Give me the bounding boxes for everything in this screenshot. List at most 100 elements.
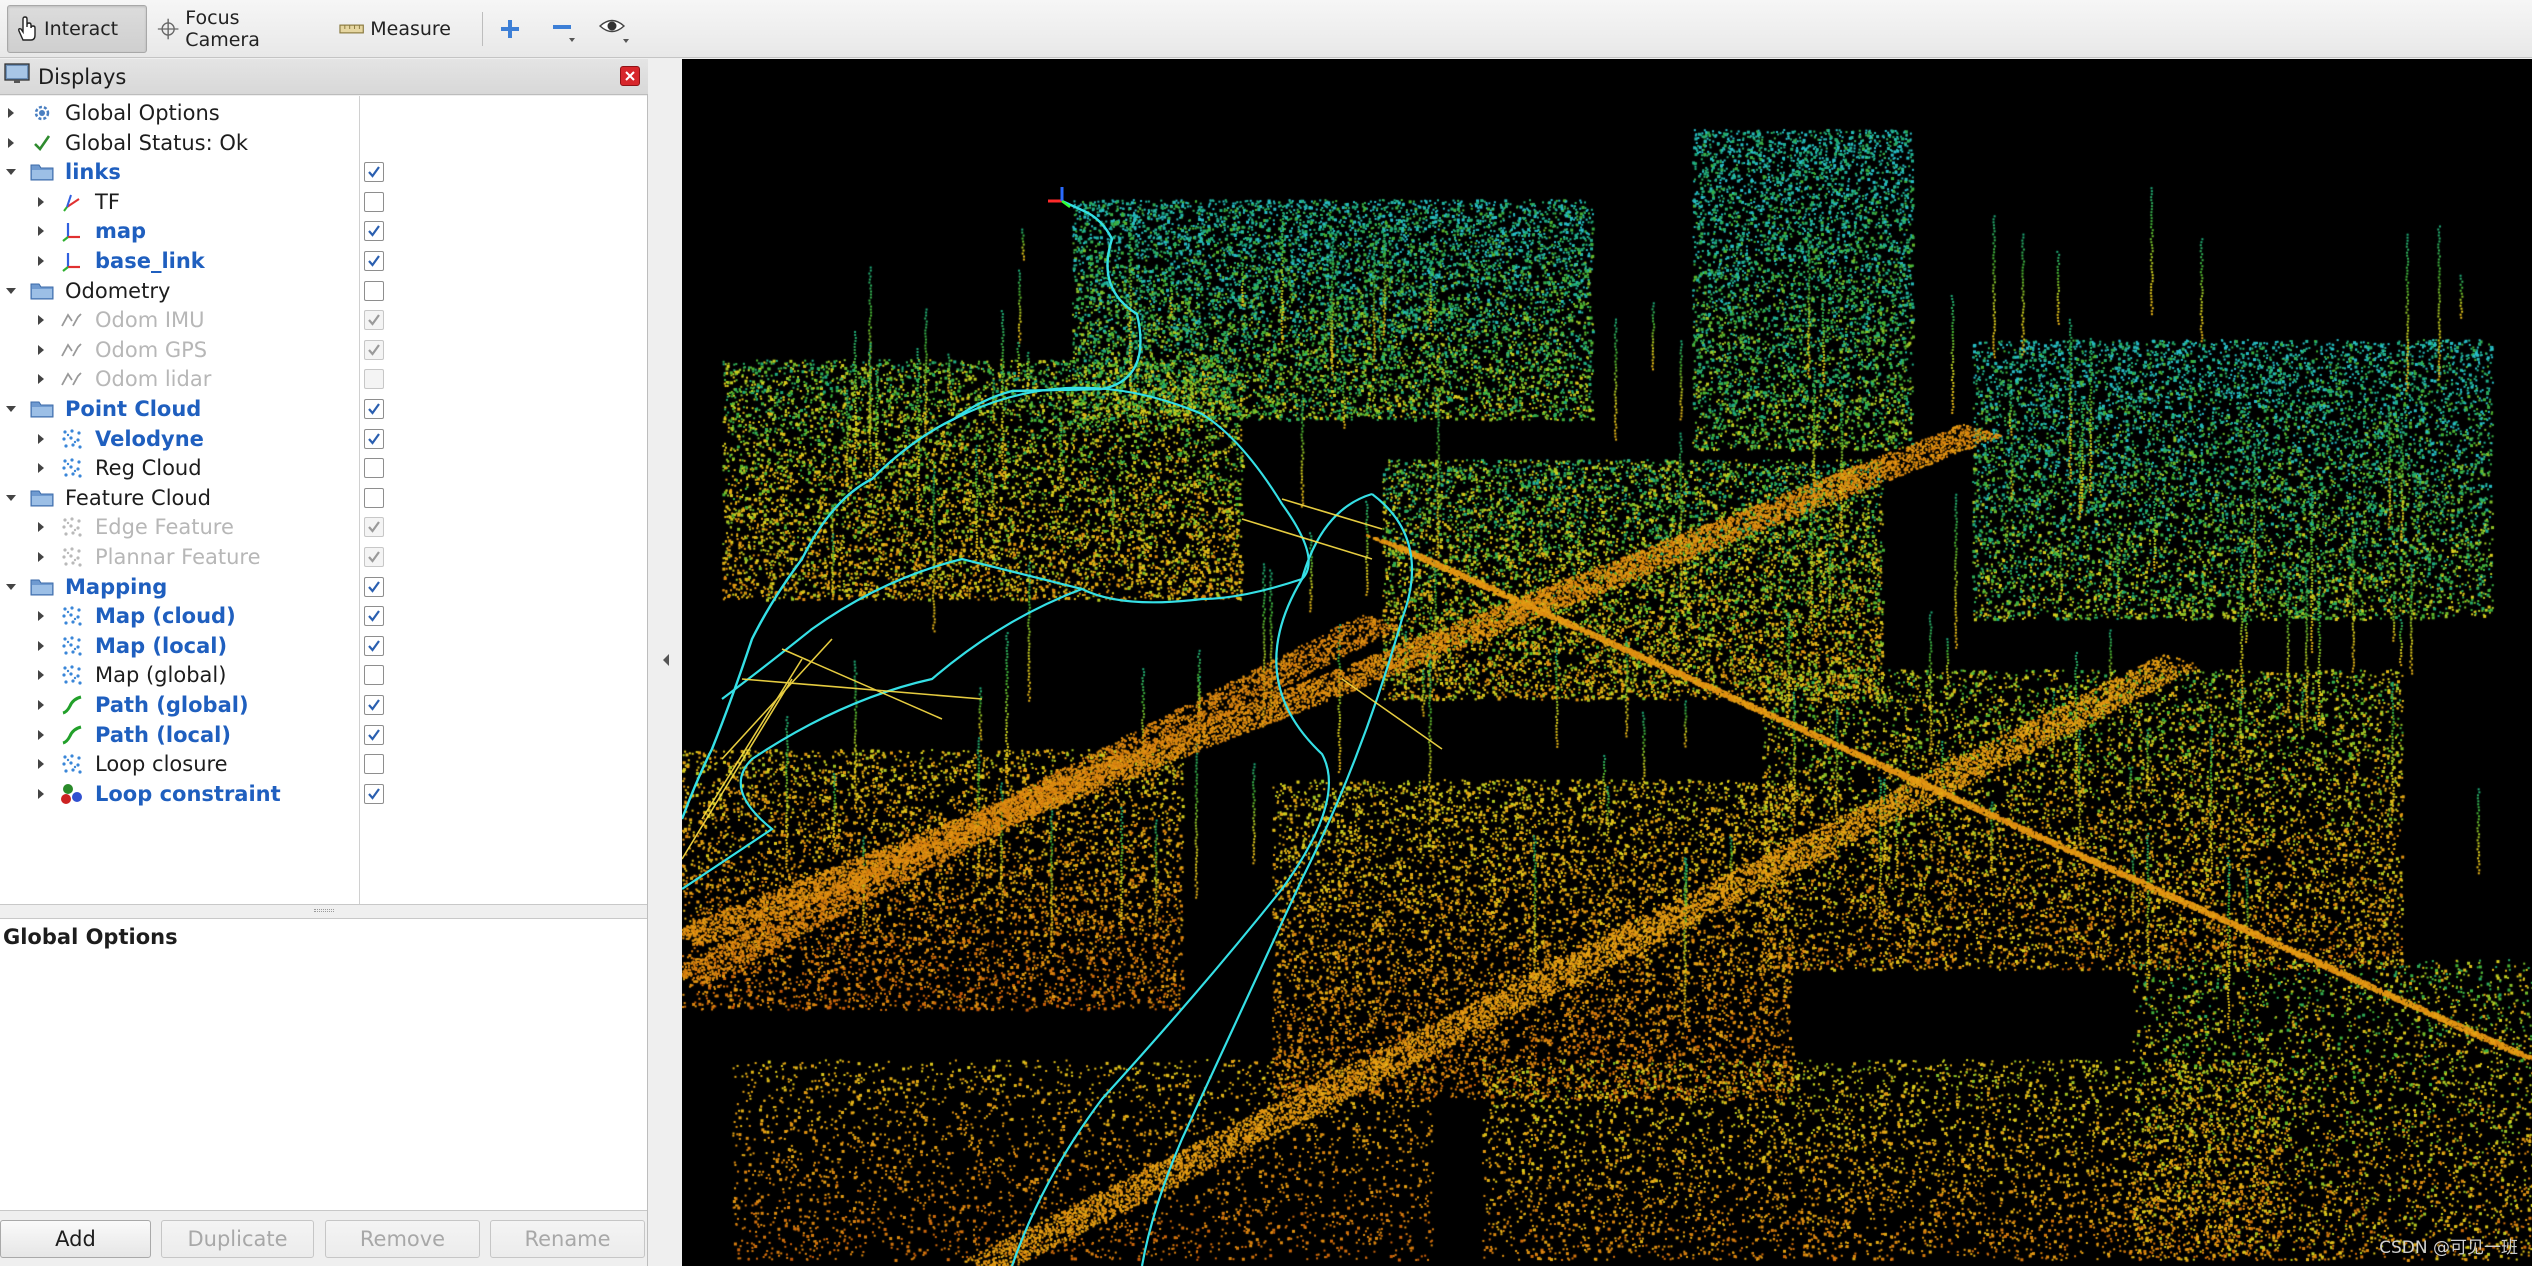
collapsed-arrow-icon[interactable]: [33, 342, 49, 358]
collapsed-arrow-icon[interactable]: [33, 460, 49, 476]
trajectory-overlay: [682, 187, 1443, 1266]
collapsed-arrow-icon[interactable]: [33, 608, 49, 624]
display-item-map-global[interactable]: Map (global): [0, 660, 647, 690]
local-path-south: [1140, 493, 1414, 1266]
display-item-velodyne[interactable]: Velodyne: [0, 424, 647, 454]
display-item-feature-cloud[interactable]: Feature Cloud: [0, 483, 647, 513]
visibility-checkbox[interactable]: [364, 428, 384, 449]
visibility-checkbox[interactable]: [364, 576, 384, 597]
display-item-point-cloud[interactable]: Point Cloud: [0, 394, 647, 424]
collapsed-arrow-icon[interactable]: [33, 638, 49, 654]
visibility-checkbox[interactable]: [364, 191, 384, 212]
visibility-checkbox[interactable]: [364, 221, 384, 242]
display-item-map-cloud[interactable]: Map (cloud): [0, 601, 647, 631]
display-item-map[interactable]: map: [0, 216, 647, 246]
properties-panel: Global Options: [0, 918, 647, 1211]
visibility-checkbox[interactable]: [364, 162, 384, 183]
pointcloud-icon: [59, 633, 85, 659]
expanded-arrow-icon[interactable]: [3, 283, 19, 299]
visibility-checkbox[interactable]: [364, 251, 384, 271]
collapsed-arrow-icon[interactable]: [33, 519, 49, 535]
display-item-edge-feature[interactable]: Edge Feature: [0, 512, 647, 542]
view-options-button[interactable]: [596, 10, 634, 48]
collapsed-arrow-icon[interactable]: [33, 756, 49, 772]
display-item-loop-constraint[interactable]: Loop constraint: [0, 779, 647, 809]
visibility-checkbox[interactable]: [364, 547, 384, 567]
visibility-checkbox[interactable]: [364, 783, 384, 804]
add-tool-button[interactable]: [491, 10, 529, 48]
rename-button[interactable]: Rename: [490, 1220, 645, 1258]
checkmark-icon: [368, 314, 380, 326]
collapsed-arrow-icon[interactable]: [3, 105, 19, 121]
display-item-reg-cloud[interactable]: Reg Cloud: [0, 453, 647, 483]
expanded-arrow-icon[interactable]: [3, 164, 19, 180]
display-item-mapping[interactable]: Mapping: [0, 572, 647, 602]
collapsed-arrow-icon[interactable]: [33, 727, 49, 743]
collapsed-arrow-icon[interactable]: [33, 371, 49, 387]
view-splitter[interactable]: [649, 59, 682, 1266]
display-item-global-status-ok[interactable]: Global Status: Ok: [0, 128, 647, 158]
collapsed-arrow-icon[interactable]: [33, 549, 49, 565]
duplicate-button[interactable]: Duplicate: [161, 1220, 314, 1258]
visibility-checkbox[interactable]: [364, 665, 384, 686]
collapsed-arrow-icon[interactable]: [33, 786, 49, 802]
display-item-loop-closure[interactable]: Loop closure: [0, 749, 647, 779]
axes-icon: [59, 248, 85, 274]
display-item-plannar-feature[interactable]: Plannar Feature: [0, 542, 647, 572]
focus-camera-tool-button[interactable]: Focus Camera: [148, 5, 310, 53]
visibility-checkbox[interactable]: [364, 695, 384, 715]
remove-button[interactable]: Remove: [325, 1220, 480, 1258]
collapsed-arrow-icon[interactable]: [33, 312, 49, 328]
marker-icon: [59, 781, 85, 807]
display-item-odom-imu[interactable]: Odom IMU: [0, 305, 647, 335]
display-item-label: Map (global): [95, 663, 227, 688]
visibility-checkbox[interactable]: [364, 310, 384, 331]
collapsed-arrow-icon[interactable]: [33, 431, 49, 447]
visibility-checkbox[interactable]: [364, 458, 384, 479]
collapse-arrow-icon[interactable]: [662, 653, 670, 667]
visibility-checkbox[interactable]: [364, 369, 384, 390]
close-panel-button[interactable]: [620, 66, 640, 86]
visibility-checkbox[interactable]: [364, 517, 384, 538]
display-item-global-options[interactable]: Global Options: [0, 98, 647, 128]
expanded-arrow-icon[interactable]: [3, 401, 19, 417]
display-item-map-local[interactable]: Map (local): [0, 631, 647, 661]
display-item-links[interactable]: links: [0, 157, 647, 187]
collapsed-arrow-icon[interactable]: [33, 194, 49, 210]
display-item-odom-gps[interactable]: Odom GPS: [0, 335, 647, 365]
collapsed-arrow-icon[interactable]: [3, 135, 19, 151]
display-item-base-link[interactable]: base_link: [0, 246, 647, 276]
display-item-path-local[interactable]: Path (local): [0, 720, 647, 750]
visibility-checkbox[interactable]: [364, 399, 384, 419]
display-item-tf[interactable]: TF: [0, 187, 647, 217]
collapsed-arrow-icon[interactable]: [33, 697, 49, 713]
visibility-checkbox[interactable]: [364, 724, 384, 745]
collapsed-arrow-icon[interactable]: [33, 253, 49, 269]
ruler-icon: [339, 24, 364, 34]
expanded-arrow-icon[interactable]: [3, 490, 19, 506]
visibility-checkbox[interactable]: [364, 635, 384, 656]
interact-tool-button[interactable]: Interact: [7, 5, 147, 53]
measure-tool-button[interactable]: Measure: [330, 5, 460, 53]
panel-splitter[interactable]: [0, 905, 647, 917]
checkmark-icon: [368, 610, 380, 622]
display-item-label: Loop closure: [95, 752, 228, 777]
render-view[interactable]: CSDN @可见一班: [682, 59, 2532, 1266]
display-item-odometry[interactable]: Odometry: [0, 276, 647, 306]
visibility-checkbox[interactable]: [364, 339, 384, 360]
add-button[interactable]: Add: [0, 1220, 151, 1258]
folder-icon: [29, 485, 55, 511]
display-item-path-global[interactable]: Path (global): [0, 690, 647, 720]
expanded-arrow-icon[interactable]: [3, 579, 19, 595]
collapsed-arrow-icon[interactable]: [33, 667, 49, 683]
display-item-odom-lidar[interactable]: Odom lidar: [0, 364, 647, 394]
visibility-checkbox[interactable]: [364, 487, 384, 508]
visibility-checkbox[interactable]: [364, 754, 384, 775]
remove-tool-button[interactable]: [543, 10, 581, 48]
pointcloud-icon: [59, 751, 85, 777]
checkmark-icon: [368, 699, 380, 711]
visibility-checkbox[interactable]: [364, 606, 384, 627]
splitter-grip[interactable]: [314, 909, 334, 912]
collapsed-arrow-icon[interactable]: [33, 223, 49, 239]
visibility-checkbox[interactable]: [364, 280, 384, 301]
